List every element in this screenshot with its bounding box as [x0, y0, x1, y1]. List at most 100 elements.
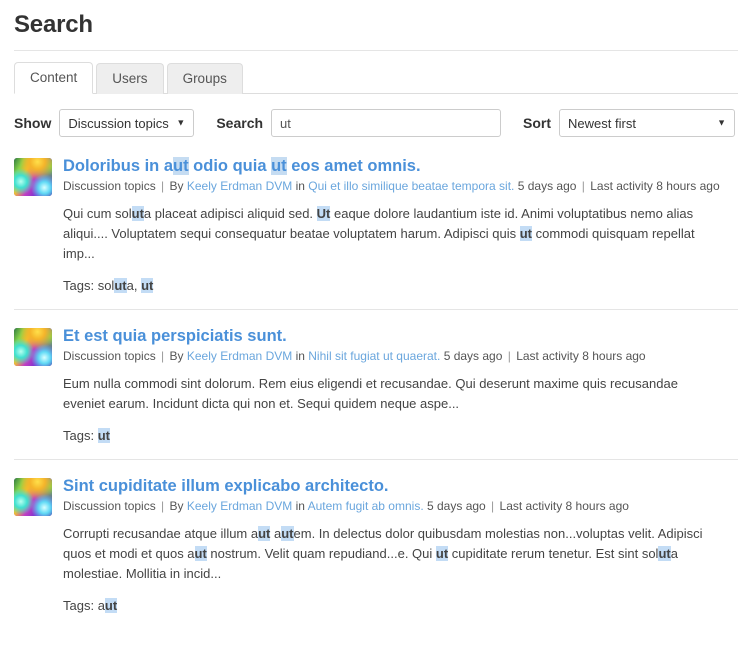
text-fragment: nostrum. Velit quam repudiand...e. Qui — [206, 546, 436, 562]
search-term-highlight: ut — [194, 546, 207, 562]
result-tags: Tags: ut — [63, 427, 738, 445]
tags-label: Tags: — [63, 428, 95, 444]
search-term-highlight: ut — [435, 546, 449, 562]
text-fragment: eos amet omnis. — [286, 157, 421, 176]
search-result-item: Et est quia perspiciatis sunt. Discussion… — [14, 326, 738, 459]
result-posted-time: 5 days ago — [517, 179, 577, 194]
search-term-highlight: ut — [281, 526, 294, 542]
text-fragment: Corrupti recusandae atque illum a — [63, 526, 259, 542]
result-posted-time: 5 days ago — [427, 499, 486, 514]
tab-bar: Content Users Groups — [14, 61, 738, 95]
result-tags: Tags: soluta, ut — [63, 277, 738, 295]
search-page: Search Content Users Groups Show Discussio… — [0, 11, 752, 629]
result-meta: Discussion topics | By Keely Erdman DVM … — [63, 348, 738, 364]
result-container-link[interactable]: Qui et illo similique beatae tempora sit… — [308, 179, 514, 193]
result-author-link[interactable]: Keely Erdman DVM — [187, 179, 292, 193]
search-term-highlight: ut — [258, 526, 271, 542]
text-fragment: Et est quia perspiciatis sunt. — [63, 327, 287, 346]
avatar[interactable] — [14, 328, 52, 367]
text-fragment: cupiditate rerum tenetur. Est sint sol — [448, 546, 659, 562]
text-fragment: odio quia — [188, 157, 272, 176]
filter-toolbar: Show Discussion topics ▼ Search Sort New… — [14, 108, 738, 138]
tab-users[interactable]: Users — [96, 63, 164, 95]
search-label: Search — [216, 115, 264, 132]
result-container-link[interactable]: Nihil sit fugiat ut quaerat. — [308, 349, 440, 363]
search-term-highlight: ut — [131, 206, 144, 222]
avatar[interactable] — [14, 478, 52, 517]
text-fragment: a placeat adipisci aliquid sed. — [143, 206, 317, 222]
text-fragment: a — [94, 598, 105, 614]
search-term-highlight: ut — [658, 546, 671, 562]
meta-separator: | — [578, 179, 589, 194]
show-select-value: Discussion topics — [68, 115, 169, 131]
result-body: Sint cupiditate illum explicabo architec… — [63, 476, 738, 615]
result-divider — [14, 309, 738, 311]
tags-label: Tags: — [63, 598, 95, 614]
result-title-link[interactable]: Sint cupiditate illum explicabo architec… — [63, 476, 738, 496]
result-container-link[interactable]: Autem fugit ab omnis. — [308, 499, 424, 513]
sort-label: Sort — [523, 115, 552, 132]
result-author-link[interactable]: Keely Erdman DVM — [187, 499, 292, 513]
search-term-highlight: ut — [271, 157, 287, 176]
in-label: in — [295, 179, 305, 194]
meta-separator: | — [157, 499, 168, 514]
search-input[interactable] — [271, 109, 502, 138]
search-term-highlight: ut — [97, 428, 110, 444]
search-term-highlight: ut — [519, 226, 533, 242]
tab-groups[interactable]: Groups — [166, 63, 243, 95]
result-last-activity: Last activity 8 hours ago — [590, 179, 720, 194]
result-last-activity: Last activity 8 hours ago — [516, 349, 646, 364]
result-tags: Tags: aut — [63, 597, 738, 615]
title-divider — [14, 50, 738, 52]
search-result-item: Doloribus in aut odio quia ut eos amet o… — [14, 156, 738, 309]
by-label: By — [169, 179, 184, 194]
text-fragment: Sint cupiditate illum explicabo architec… — [63, 477, 389, 496]
sort-select[interactable]: Newest first ▼ — [559, 109, 736, 138]
page-title: Search — [14, 11, 93, 38]
tab-content[interactable]: Content — [14, 62, 94, 95]
in-label: in — [295, 499, 305, 514]
result-snippet: Qui cum soluta placeat adipisci aliquid … — [63, 204, 723, 264]
chevron-down-icon: ▼ — [717, 117, 727, 128]
search-result-item: Sint cupiditate illum explicabo architec… — [14, 476, 738, 629]
chevron-down-icon: ▼ — [176, 117, 186, 128]
text-fragment: a, — [126, 278, 142, 294]
meta-separator: | — [157, 349, 168, 364]
search-term-highlight: ut — [104, 598, 118, 614]
text-fragment: Qui cum sol — [63, 206, 132, 222]
search-term-highlight: ut — [173, 157, 189, 176]
meta-separator: | — [487, 499, 498, 514]
result-type: Discussion topics — [63, 179, 156, 194]
result-posted-time: 5 days ago — [443, 349, 503, 364]
result-meta: Discussion topics | By Keely Erdman DVM … — [63, 498, 738, 514]
result-body: Et est quia perspiciatis sunt. Discussion… — [63, 326, 738, 445]
avatar-thumbnail — [14, 158, 52, 197]
result-meta: Discussion topics | By Keely Erdman DVM … — [63, 178, 738, 194]
result-type: Discussion topics — [63, 499, 156, 514]
show-label: Show — [14, 115, 52, 132]
result-last-activity: Last activity 8 hours ago — [499, 499, 629, 514]
result-title-link[interactable]: Et est quia perspiciatis sunt. — [63, 326, 738, 346]
avatar-thumbnail — [14, 478, 52, 517]
result-author-link[interactable]: Keely Erdman DVM — [187, 349, 292, 363]
sort-select-value: Newest first — [568, 115, 636, 131]
text-fragment: Doloribus in a — [63, 157, 174, 176]
meta-separator: | — [157, 179, 168, 194]
meta-separator: | — [504, 349, 515, 364]
text-fragment: sol — [94, 278, 115, 294]
search-results-list: Doloribus in aut odio quia ut eos amet o… — [14, 156, 738, 629]
in-label: in — [295, 349, 305, 364]
show-select[interactable]: Discussion topics ▼ — [59, 109, 195, 138]
text-fragment: a — [270, 526, 282, 542]
search-term-highlight: ut — [114, 278, 127, 294]
result-snippet: Eum nulla commodi sint dolorum. Rem eius… — [63, 374, 723, 414]
result-title-link[interactable]: Doloribus in aut odio quia ut eos amet o… — [63, 156, 738, 176]
by-label: By — [169, 349, 184, 364]
search-term-highlight: Ut — [316, 206, 331, 222]
text-fragment: Eum nulla commodi sint dolorum. Rem eius… — [63, 376, 678, 412]
result-divider — [14, 459, 738, 461]
search-term-highlight: ut — [141, 278, 154, 294]
result-snippet: Corrupti recusandae atque illum aut aute… — [63, 524, 723, 584]
avatar[interactable] — [14, 158, 52, 197]
result-type: Discussion topics — [63, 349, 156, 364]
